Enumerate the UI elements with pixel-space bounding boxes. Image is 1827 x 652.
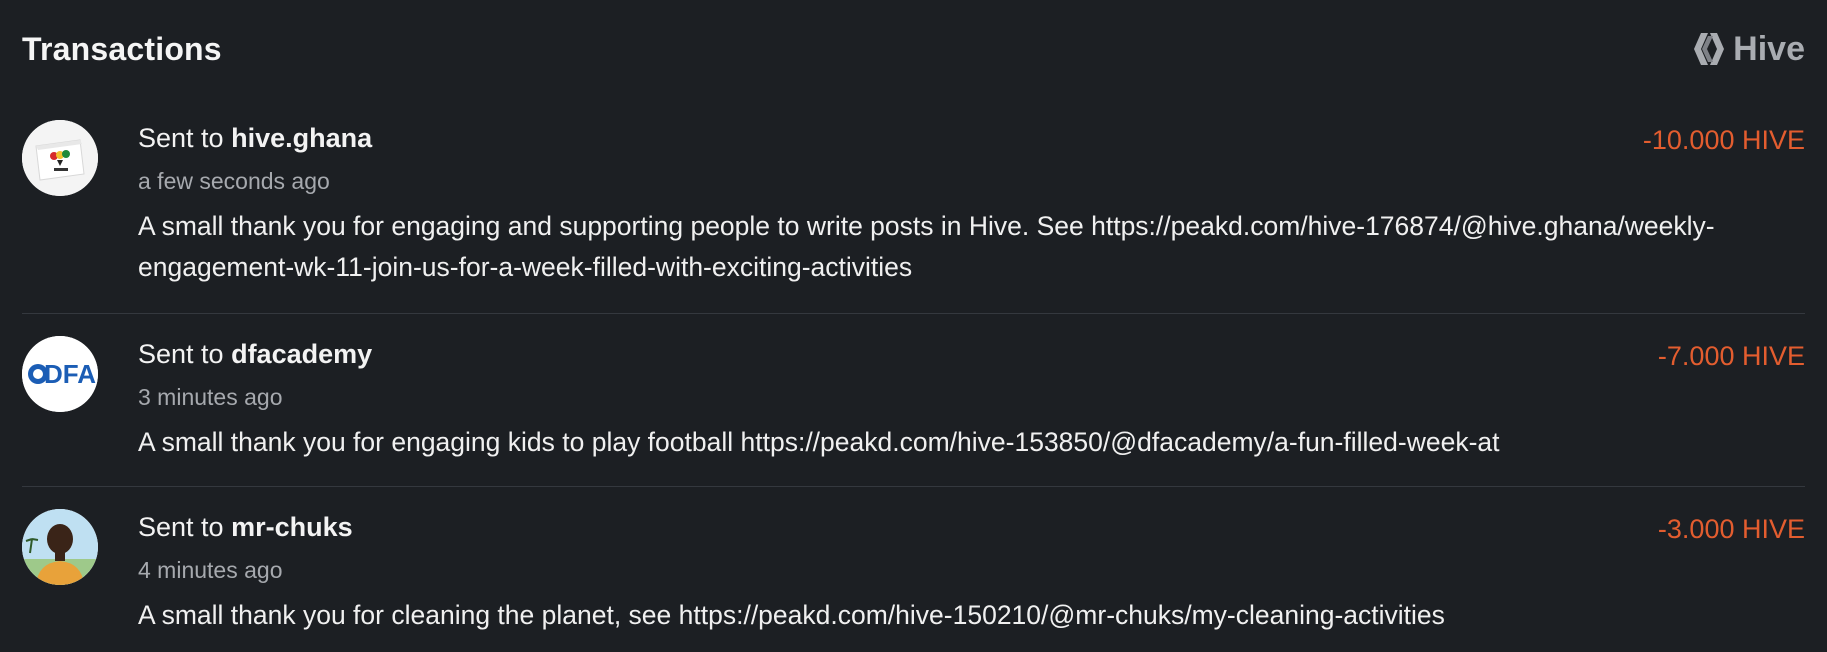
transaction-body: Sent to hive.ghana -10.000 HIVE a few se… xyxy=(138,120,1805,288)
transactions-panel: Transactions Hive Sent to hive.ghana -10… xyxy=(0,0,1827,652)
recipient-link[interactable]: dfacademy xyxy=(231,339,372,369)
brand-label: Hive xyxy=(1733,29,1805,68)
hive-logo-icon xyxy=(1691,33,1727,65)
transaction-body: Sent to dfacademy -7.000 HIVE 3 minutes … xyxy=(138,336,1805,463)
transaction-top: Sent to mr-chuks -3.000 HIVE xyxy=(138,509,1805,546)
sent-prefix: Sent to xyxy=(138,339,224,369)
transaction-memo: A small thank you for engaging kids to p… xyxy=(138,427,1500,457)
transaction-top: Sent to dfacademy -7.000 HIVE xyxy=(138,336,1805,373)
transaction-memo: A small thank you for cleaning the plane… xyxy=(138,600,1445,630)
transaction-time: 4 minutes ago xyxy=(138,557,283,583)
dfa-avatar-text: DFA xyxy=(44,359,96,389)
sent-line: Sent to mr-chuks xyxy=(138,510,353,544)
transaction-amount: -10.000 HIVE xyxy=(1642,125,1805,155)
sent-line: Sent to hive.ghana xyxy=(138,121,372,155)
page-title: Transactions xyxy=(22,30,222,67)
hive-brand: Hive xyxy=(1691,30,1805,69)
transaction-list: Sent to hive.ghana -10.000 HIVE a few se… xyxy=(22,96,1805,652)
transaction-time: 3 minutes ago xyxy=(138,384,283,410)
transaction-time: a few seconds ago xyxy=(138,168,330,194)
transaction-row: Sent to mr-chuks -3.000 HIVE 4 minutes a… xyxy=(22,487,1805,652)
recipient-link[interactable]: hive.ghana xyxy=(231,123,372,153)
panel-header: Transactions Hive xyxy=(22,0,1805,96)
user-photo-avatar[interactable] xyxy=(22,509,98,585)
transaction-memo: A small thank you for engaging and suppo… xyxy=(138,211,1715,282)
sent-prefix: Sent to xyxy=(138,512,224,542)
transaction-amount: -7.000 HIVE xyxy=(1657,341,1805,371)
transaction-row: DFA Sent to dfacademy -7.000 HIVE 3 minu… xyxy=(22,314,1805,487)
transaction-amount: -3.000 HIVE xyxy=(1657,514,1805,544)
transaction-row: Sent to hive.ghana -10.000 HIVE a few se… xyxy=(22,96,1805,314)
recipient-link[interactable]: mr-chuks xyxy=(231,512,353,542)
dfa-logo-avatar[interactable]: DFA xyxy=(22,336,98,412)
transaction-body: Sent to mr-chuks -3.000 HIVE 4 minutes a… xyxy=(138,509,1805,636)
sent-prefix: Sent to xyxy=(138,123,224,153)
transaction-top: Sent to hive.ghana -10.000 HIVE xyxy=(138,120,1805,157)
hive-ghana-avatar[interactable] xyxy=(22,120,98,196)
sent-line: Sent to dfacademy xyxy=(138,337,372,371)
